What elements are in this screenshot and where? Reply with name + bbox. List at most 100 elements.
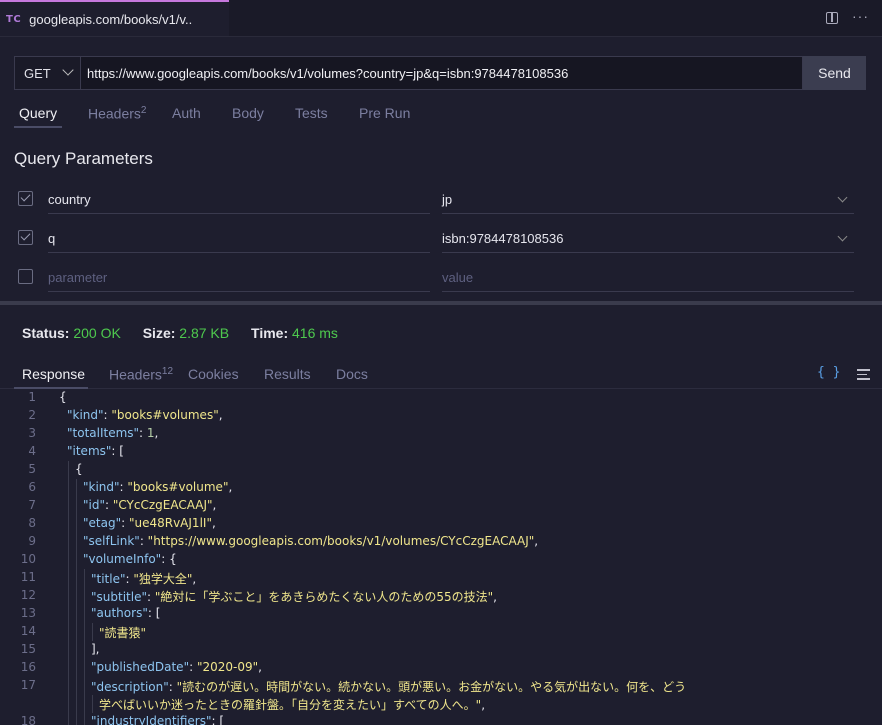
indent-guide [84,587,85,605]
code-text: 学べばいいか迷ったときの羅針盤。「自分を変えたい」すべての人へ。", [99,696,485,713]
request-tab[interactable]: TC googleapis.com/books/v1/v.. [0,0,229,36]
json-punctuation: { [75,462,83,476]
indent-guide [68,605,69,623]
json-punctuation: , [212,498,217,512]
tab-pre-run[interactable]: Pre Run [359,105,410,121]
tab-response[interactable]: Response [22,366,85,382]
code-line: 10 "volumeInfo": { [0,551,882,569]
chevron-down-icon[interactable] [837,192,848,203]
tab-cookies[interactable]: Cookies [188,366,239,382]
param-key-field[interactable]: q [48,223,430,253]
indent-guide [68,479,69,497]
code-text: { [75,462,83,476]
line-number: 2 [28,408,36,422]
status-label: Status: [22,325,70,341]
json-punctuation: { [59,390,67,404]
code-line: 14 "読書猿" [0,623,882,641]
send-button[interactable]: Send [803,56,866,90]
indent-guide [84,677,85,695]
code-line: 1{ [0,389,882,407]
json-string: "独学大全" [133,572,193,586]
param-key-field[interactable]: country [48,184,430,214]
tab-response-headers[interactable]: Headers12 [109,366,173,383]
line-number: 1 [28,390,36,404]
line-number: 6 [28,480,36,494]
indent-guide [76,659,77,677]
json-string: "ue48RvAJ1lI" [128,516,212,530]
indent-guide [76,677,77,695]
line-number: 17 [20,678,36,692]
code-text: "kind": "books#volumes", [67,408,223,422]
pane-divider[interactable] [0,301,882,305]
code-text: "publishedDate": "2020-09", [91,660,262,674]
param-value-field[interactable]: isbn:9784478108536 [442,223,854,253]
json-string: "読書猿" [99,626,147,640]
indent-guide [76,551,77,569]
tab-tests[interactable]: Tests [295,105,328,121]
code-line: 3 "totalItems": 1, [0,425,882,443]
query-parameters-title: Query Parameters [14,149,153,168]
tab-auth[interactable]: Auth [172,105,201,121]
line-number: 4 [28,444,36,458]
param-enabled-checkbox[interactable] [18,269,33,284]
line-number: 11 [20,570,36,584]
code-line: 学べばいいか迷ったときの羅針盤。「自分を変えたい」すべての人へ。", [0,695,882,713]
size-value: 2.87 KB [179,325,230,341]
indent-guide [76,569,77,587]
json-punctuation: : [139,426,147,440]
size-label: Size: [142,325,176,341]
indent-guide [76,497,77,515]
code-text: "id": "CYcCzgEACAAJ", [83,498,216,512]
param-enabled-checkbox[interactable] [18,230,33,245]
json-punctuation: , [192,572,197,586]
json-punctuation: : [146,590,155,604]
json-punctuation: , [258,660,262,674]
code-text: "items": [ [67,444,124,458]
indent-guide [76,587,77,605]
response-status: Status: 200 OK Size: 2.87 KB Time: 416 m… [22,325,338,341]
json-key: "industryIdentifiers" [91,714,212,725]
more-icon[interactable]: ··· [852,8,869,24]
line-number: 15 [20,642,36,656]
param-row: country jp [18,184,854,214]
json-key: "title" [91,572,126,586]
param-row-new: parameter value [18,262,854,292]
url-input[interactable] [80,56,803,90]
json-punctuation: : [ [111,444,124,458]
line-number: 13 [20,606,36,620]
json-string: "https://www.googleapis.com/books/v1/vol… [147,534,535,548]
indent-guide [92,623,93,641]
chevron-down-icon[interactable] [837,231,848,242]
code-line: 18 "industryIdentifiers": [ [0,713,882,725]
tab-docs[interactable]: Docs [336,366,368,382]
param-value-field[interactable]: jp [442,184,854,214]
code-text: "description": "読むのが遅い。時間がない。続かない。頭が悪い。お… [91,678,686,695]
param-value-input[interactable]: value [442,262,854,292]
indent-guide [68,695,69,713]
code-text: ], [91,642,100,656]
split-view-icon[interactable] [826,12,838,24]
param-enabled-checkbox[interactable] [18,191,33,206]
thunder-client-logo-icon: TC [6,13,22,25]
param-key-input[interactable]: parameter [48,262,430,292]
json-key: "selfLink" [83,534,140,548]
tab-query[interactable]: Query [19,105,57,121]
indent-guide [84,623,85,641]
json-punctuation: , [481,698,486,712]
method-select[interactable]: GET [14,56,80,90]
tab-body[interactable]: Body [232,105,264,121]
indent-guide [76,695,77,713]
indent-guide [68,569,69,587]
indent-guide [84,713,85,725]
response-body-viewer[interactable]: 1{2 "kind": "books#volumes", 3 "totalItems"… [0,389,882,725]
tab-headers[interactable]: Headers2 [88,105,146,122]
time-label: Time: [251,325,289,341]
menu-icon[interactable] [857,369,870,383]
format-braces-icon[interactable]: { } [817,365,840,380]
indent-guide [68,713,69,725]
tab-bar: TC googleapis.com/books/v1/v.. ··· [0,0,882,37]
json-key: "totalItems" [67,426,140,440]
headers-count-badge: 12 [161,366,174,377]
tab-results[interactable]: Results [264,366,311,382]
param-row: q isbn:9784478108536 [18,223,854,253]
